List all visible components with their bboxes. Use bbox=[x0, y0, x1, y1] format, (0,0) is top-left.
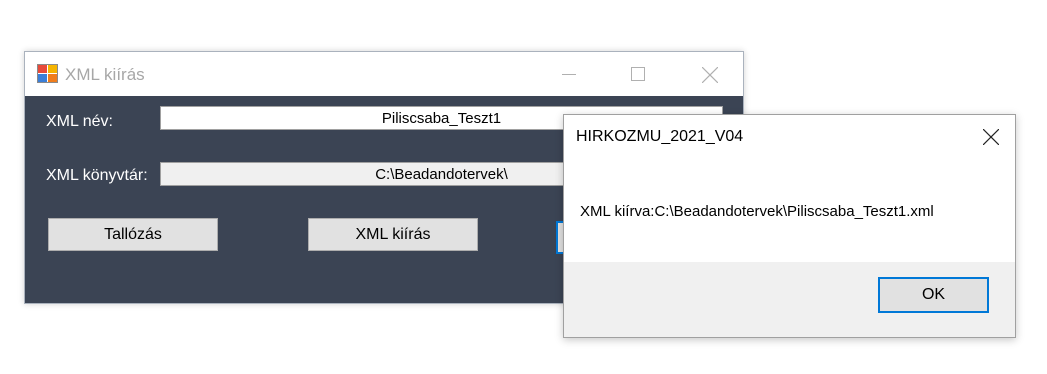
close-icon bbox=[702, 67, 718, 83]
xml-export-button[interactable]: XML kiírás bbox=[308, 218, 478, 251]
window-title: XML kiírás bbox=[65, 65, 145, 84]
minimize-icon bbox=[562, 74, 576, 75]
close-icon bbox=[983, 129, 999, 145]
browse-button[interactable]: Tallózás bbox=[48, 218, 218, 251]
ok-button[interactable]: OK bbox=[878, 277, 989, 313]
message-box-dialog: HIRKOZMU_2021_V04 XML kiírva:C:\Beadando… bbox=[563, 114, 1016, 338]
xml-directory-label: XML könyvtár: bbox=[46, 167, 148, 184]
message-box-close-button[interactable] bbox=[965, 115, 1015, 159]
title-bar[interactable]: XML kiírás bbox=[25, 52, 743, 96]
message-box-footer: OK bbox=[564, 262, 1015, 337]
xml-name-label: XML név: bbox=[46, 113, 113, 130]
message-box-text: XML kiírva:C:\Beadandotervek\Piliscsaba_… bbox=[580, 203, 934, 220]
maximize-button[interactable] bbox=[615, 52, 661, 96]
close-button[interactable] bbox=[686, 52, 732, 96]
minimize-button[interactable] bbox=[546, 52, 592, 96]
app-icon bbox=[37, 64, 58, 83]
message-box-title: HIRKOZMU_2021_V04 bbox=[576, 128, 744, 145]
maximize-icon bbox=[631, 67, 645, 81]
